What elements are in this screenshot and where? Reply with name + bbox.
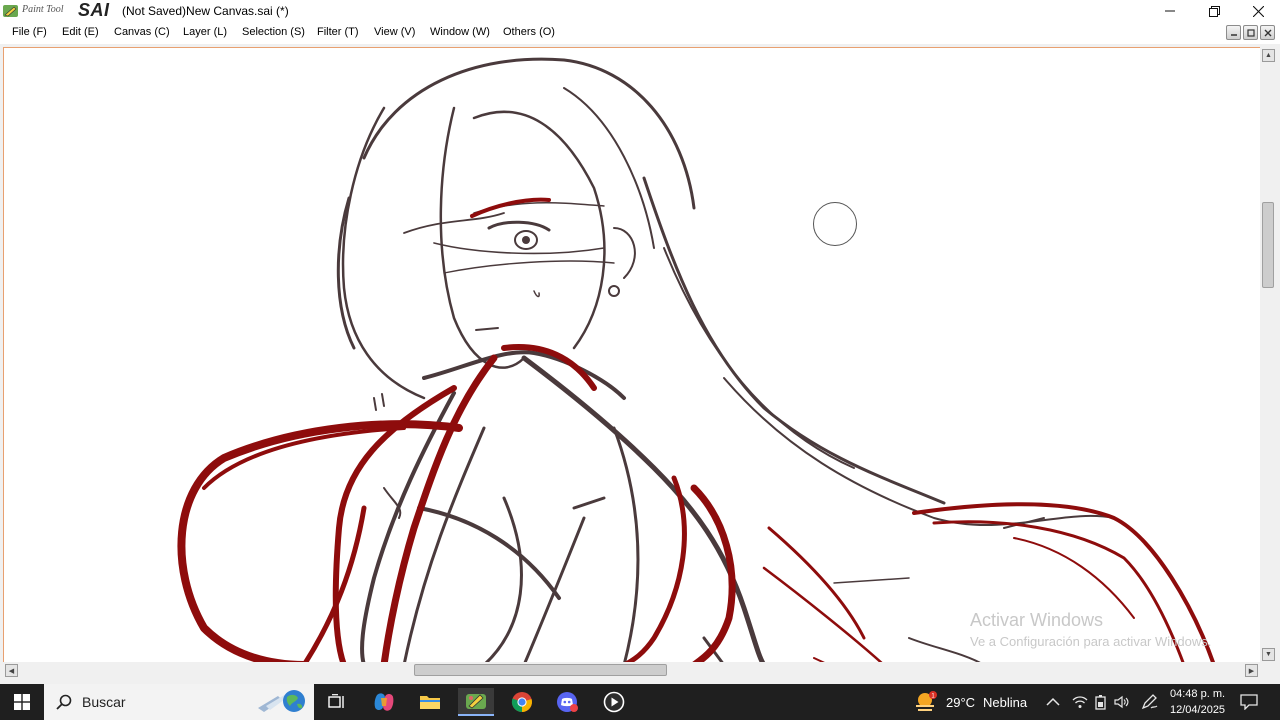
windows-logo-icon — [14, 694, 30, 710]
menu-others[interactable]: Others (O) — [503, 26, 555, 38]
chevron-up-icon — [1046, 697, 1060, 706]
file-explorer-button[interactable] — [412, 688, 448, 716]
window-title: (Not Saved)New Canvas.sai (*) — [122, 4, 289, 18]
minimize-button[interactable] — [1148, 0, 1192, 22]
battery-icon — [1095, 695, 1106, 710]
canvas-close-button[interactable] — [1260, 25, 1275, 40]
sun-haze-icon: 1 — [916, 691, 937, 711]
task-view-icon — [328, 694, 344, 708]
minimize-icon — [1165, 10, 1175, 12]
weather-temperature: 29°C — [946, 694, 976, 710]
menu-layer[interactable]: Layer (L) — [183, 26, 227, 38]
close-icon — [1252, 5, 1264, 17]
menu-canvas[interactable]: Canvas (C) — [114, 26, 170, 38]
menu-view[interactable]: View (V) — [374, 26, 415, 38]
clock-time: 04:48 p. m. — [1170, 688, 1226, 700]
scroll-down-button[interactable]: ▼ — [1262, 648, 1275, 661]
close-button[interactable] — [1236, 0, 1280, 22]
notification-icon — [1240, 694, 1258, 710]
weather-description: Neblina — [983, 694, 1028, 710]
scroll-up-button[interactable]: ▲ — [1262, 49, 1275, 62]
volume-control[interactable] — [1114, 684, 1130, 720]
menu-selection[interactable]: Selection (S) — [242, 26, 305, 38]
clock-date: 12/04/2025 — [1170, 704, 1226, 716]
horizontal-scroll-thumb[interactable] — [414, 664, 667, 676]
search-icon — [56, 694, 72, 710]
scroll-left-button[interactable]: ◀ — [5, 664, 18, 677]
sketch-dark-strokes — [336, 57, 1115, 664]
logo-text-small: Paint Tool — [22, 4, 64, 15]
wifi-icon — [1072, 696, 1088, 708]
copilot-icon — [374, 693, 394, 711]
start-button[interactable] — [0, 684, 44, 720]
taskbar-search[interactable]: Buscar — [44, 684, 314, 720]
copilot-button[interactable] — [366, 688, 402, 716]
notification-center-button[interactable] — [1240, 684, 1258, 720]
pen-menu-button[interactable] — [1141, 684, 1159, 720]
canvas-minimize-button[interactable] — [1226, 25, 1241, 40]
chrome-icon — [511, 692, 532, 713]
title-bar: Paint Tool SAI (Not Saved)New Canvas.sai… — [0, 0, 1280, 22]
taskbar: Buscar 1 29°C Neblina 04:48 p. m. 12/04/… — [0, 684, 1280, 720]
search-placeholder: Buscar — [82, 694, 126, 710]
battery-status[interactable] — [1094, 684, 1108, 720]
maximize-icon — [1246, 28, 1255, 37]
media-player-icon — [603, 691, 625, 713]
arrow-up-icon: ▲ — [1265, 52, 1272, 59]
sai-logo-icon — [3, 5, 18, 17]
menu-bar: File (F) Edit (E) Canvas (C) Layer (L) S… — [0, 22, 1280, 44]
logo-text-big: SAI — [78, 0, 110, 20]
menu-window[interactable]: Window (W) — [430, 26, 490, 38]
drawing-canvas[interactable]: Activar Windows Ve a Configuración para … — [3, 47, 1260, 664]
arrow-left-icon: ◀ — [8, 667, 15, 675]
sai-icon — [466, 694, 486, 709]
media-player-button[interactable] — [596, 688, 632, 716]
clock[interactable]: 04:48 p. m. 12/04/2025 — [1170, 686, 1225, 718]
show-hidden-icons-button[interactable] — [1046, 684, 1060, 720]
brush-cursor — [813, 202, 857, 246]
folder-icon — [420, 696, 440, 709]
arrow-right-icon: ▶ — [1248, 667, 1255, 675]
menu-file[interactable]: File (F) — [12, 26, 47, 38]
network-status[interactable] — [1072, 684, 1088, 720]
minimize-icon — [1230, 33, 1237, 36]
vertical-scroll-thumb[interactable] — [1262, 202, 1274, 288]
restore-button[interactable] — [1192, 0, 1236, 22]
menu-filter[interactable]: Filter (T) — [317, 26, 359, 38]
sketch-artwork — [177, 57, 1216, 664]
chrome-button[interactable] — [504, 688, 540, 716]
weather-widget[interactable]: 1 29°C Neblina — [914, 684, 1027, 720]
discord-icon — [557, 692, 578, 712]
canvas-maximize-button[interactable] — [1243, 25, 1258, 40]
restore-icon — [1208, 5, 1220, 17]
search-highlight-icon — [258, 690, 305, 712]
speaker-icon — [1114, 695, 1129, 709]
task-view-button[interactable] — [319, 688, 355, 716]
discord-button[interactable] — [550, 688, 586, 716]
horizontal-scrollbar[interactable]: ◀ ▶ — [3, 662, 1260, 679]
menu-edit[interactable]: Edit (E) — [62, 26, 99, 38]
watermark-title: Activar Windows — [970, 610, 1104, 630]
close-icon — [1264, 29, 1271, 36]
pen-icon — [1141, 694, 1158, 710]
arrow-down-icon: ▼ — [1265, 651, 1272, 658]
sketch-red-strokes — [177, 197, 1216, 664]
watermark-subtitle: Ve a Configuración para activar Windows. — [970, 634, 1212, 649]
windows-activation-watermark: Activar Windows Ve a Configuración para … — [970, 610, 1211, 649]
vertical-scrollbar[interactable]: ▲ ▼ — [1260, 47, 1277, 664]
scroll-right-button[interactable]: ▶ — [1245, 664, 1258, 677]
app-logo: Paint Tool SAI — [2, 0, 109, 21]
paint-tool-sai-taskbar-button[interactable] — [458, 688, 494, 716]
